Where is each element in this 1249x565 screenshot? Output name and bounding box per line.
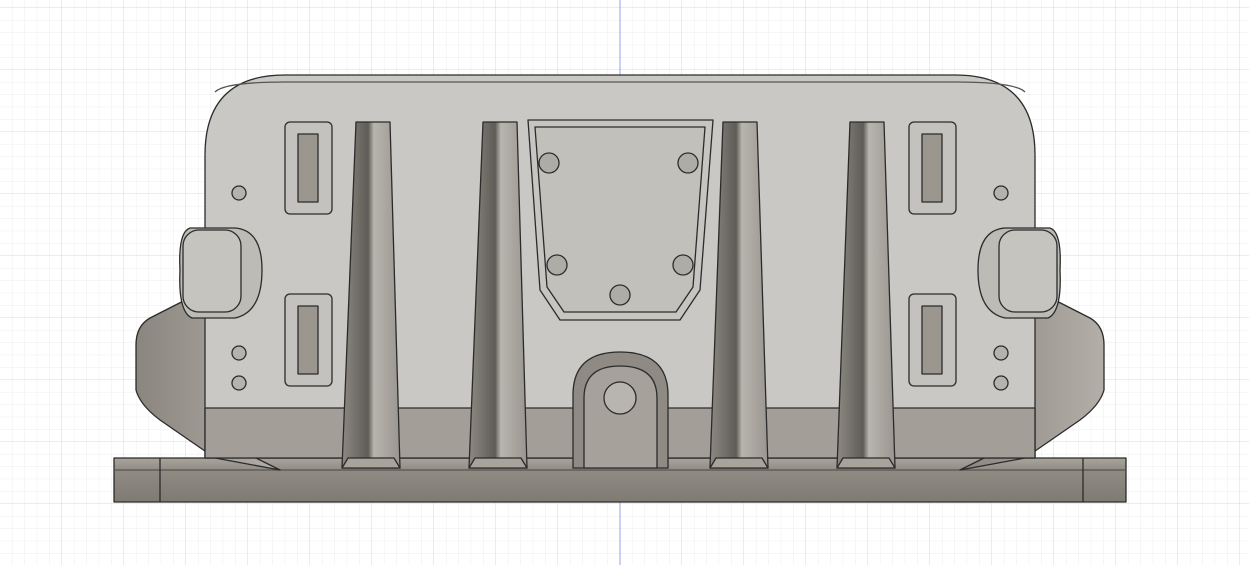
- cad-viewport[interactable]: [0, 0, 1249, 565]
- model-canvas[interactable]: [0, 0, 1249, 565]
- boss-hole: [603, 381, 637, 415]
- model[interactable]: [113, 74, 1127, 503]
